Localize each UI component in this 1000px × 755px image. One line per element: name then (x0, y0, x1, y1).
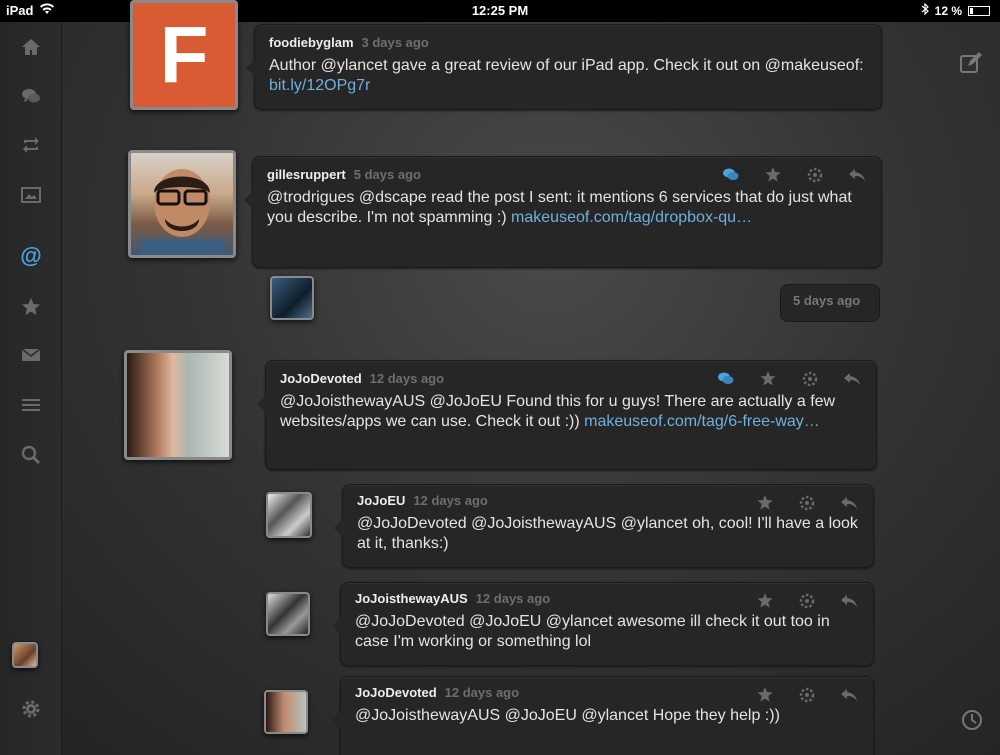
tweet-handle[interactable]: JoJoDevoted (355, 685, 437, 700)
right-rail (938, 22, 1000, 755)
tweet-actions (721, 165, 867, 185)
tweet-link[interactable]: bit.ly/12OPg7r (269, 77, 370, 94)
face-photo (141, 169, 223, 255)
tweet-time: 3 days ago (361, 35, 429, 50)
tweet-link[interactable]: makeuseof.com/tag/6-free-way… (584, 413, 820, 430)
tweet-card[interactable]: JoJoisthewayAUS 12 days ago @JoJoDevoted… (332, 582, 874, 666)
messages-icon[interactable] (18, 83, 44, 109)
list-icon[interactable] (18, 392, 44, 418)
sidebar: @ (0, 22, 62, 755)
mentions-icon[interactable]: @ (18, 243, 44, 269)
collapsed-reply[interactable]: 5 days ago (780, 284, 880, 322)
tweet-actions (716, 369, 862, 389)
battery-icon (968, 5, 990, 16)
search-icon[interactable] (18, 442, 44, 468)
tweet-card[interactable]: JoJoDevoted 12 days ago @JoJoisthewayAUS… (257, 360, 877, 470)
avatar[interactable]: F (130, 0, 238, 110)
tweet-handle[interactable]: foodiebyglam (269, 35, 354, 50)
tweet-handle[interactable]: JoJoDevoted (280, 371, 362, 386)
settings-icon[interactable] (797, 493, 817, 513)
reply-icon[interactable] (839, 591, 859, 611)
reply-icon[interactable] (842, 369, 862, 389)
tweet-card[interactable]: JoJoEU 12 days ago @JoJoDevoted @JoJoist… (334, 484, 874, 568)
avatar[interactable] (270, 276, 314, 320)
tweet-link[interactable]: makeuseof.com/tag/dropbox-qu… (511, 209, 752, 226)
retweet-icon[interactable] (18, 132, 44, 158)
favorite-icon[interactable] (755, 685, 775, 705)
home-icon[interactable] (18, 34, 44, 60)
tweet-time: 12 days ago (413, 493, 488, 508)
gear-icon[interactable] (18, 696, 44, 722)
tweet-card[interactable]: foodiebyglam 3 days ago Author @ylancet … (246, 24, 882, 110)
favorite-icon[interactable] (763, 165, 783, 185)
tweet-actions (755, 685, 859, 705)
tweet-body: @JoJoisthewayAUS @JoJoEU @ylancet Hope t… (355, 707, 780, 724)
reply-icon[interactable] (839, 493, 859, 513)
tweet-handle[interactable]: JoJoEU (357, 493, 405, 508)
mentions-label: @ (20, 243, 42, 268)
settings-icon[interactable] (797, 591, 817, 611)
app-window: @ F foodiebyglam 3 days ago Author @ylan… (0, 0, 1000, 755)
reply-icon[interactable] (847, 165, 867, 185)
tweet-handle[interactable]: JoJoisthewayAUS (355, 591, 468, 606)
avatar-letter: F (159, 10, 209, 99)
favorite-icon[interactable] (758, 369, 778, 389)
tweet-body: Author @ylancet gave a great review of o… (269, 57, 864, 74)
tweet-body: @JoJoDevoted @JoJoEU @ylancet awesome il… (355, 613, 830, 650)
tweet-time: 5 days ago (793, 293, 861, 308)
avatar[interactable] (264, 690, 308, 734)
battery-percent: 12 % (934, 3, 962, 18)
tweet-text: Author @ylancet gave a great review of o… (269, 56, 867, 96)
bluetooth-icon (921, 2, 929, 18)
tweet-time: 12 days ago (369, 371, 445, 386)
favorite-icon[interactable] (755, 591, 775, 611)
conversation-icon[interactable] (716, 369, 736, 389)
avatar[interactable] (128, 150, 236, 258)
tweet-time: 5 days ago (353, 167, 421, 182)
star-icon[interactable] (18, 294, 44, 320)
tweet-actions (755, 493, 859, 513)
tweet-time: 12 days ago (444, 685, 520, 700)
user-avatar[interactable] (12, 642, 38, 668)
reply-icon[interactable] (839, 685, 859, 705)
tweet-handle[interactable]: gillesruppert (267, 167, 346, 182)
settings-icon[interactable] (797, 685, 817, 705)
favorite-icon[interactable] (755, 493, 775, 513)
settings-icon[interactable] (805, 165, 825, 185)
compose-icon[interactable] (958, 50, 984, 76)
tweet-actions (755, 591, 859, 611)
tweet-time: 12 days ago (475, 591, 551, 606)
tweet-text: @trodrigues @dscape read the post I sent… (267, 188, 867, 228)
tweet-body: @JoJoDevoted @JoJoisthewayAUS @ylancet o… (357, 515, 858, 552)
settings-icon[interactable] (800, 369, 820, 389)
media-icon[interactable] (18, 182, 44, 208)
tweet-card[interactable]: gillesruppert 5 days ago @trodrigues @ds… (244, 156, 882, 268)
tweet-card[interactable]: JoJoDevoted 12 days ago @JoJoisthewayAUS… (332, 676, 874, 755)
mail-icon[interactable] (18, 342, 44, 368)
clock-icon[interactable] (960, 708, 984, 732)
avatar[interactable] (124, 350, 232, 460)
avatar[interactable] (266, 592, 310, 636)
conversation-icon[interactable] (721, 165, 741, 185)
tweet-text: @JoJoisthewayAUS @JoJoEU Found this for … (280, 392, 862, 432)
avatar[interactable] (266, 492, 312, 538)
